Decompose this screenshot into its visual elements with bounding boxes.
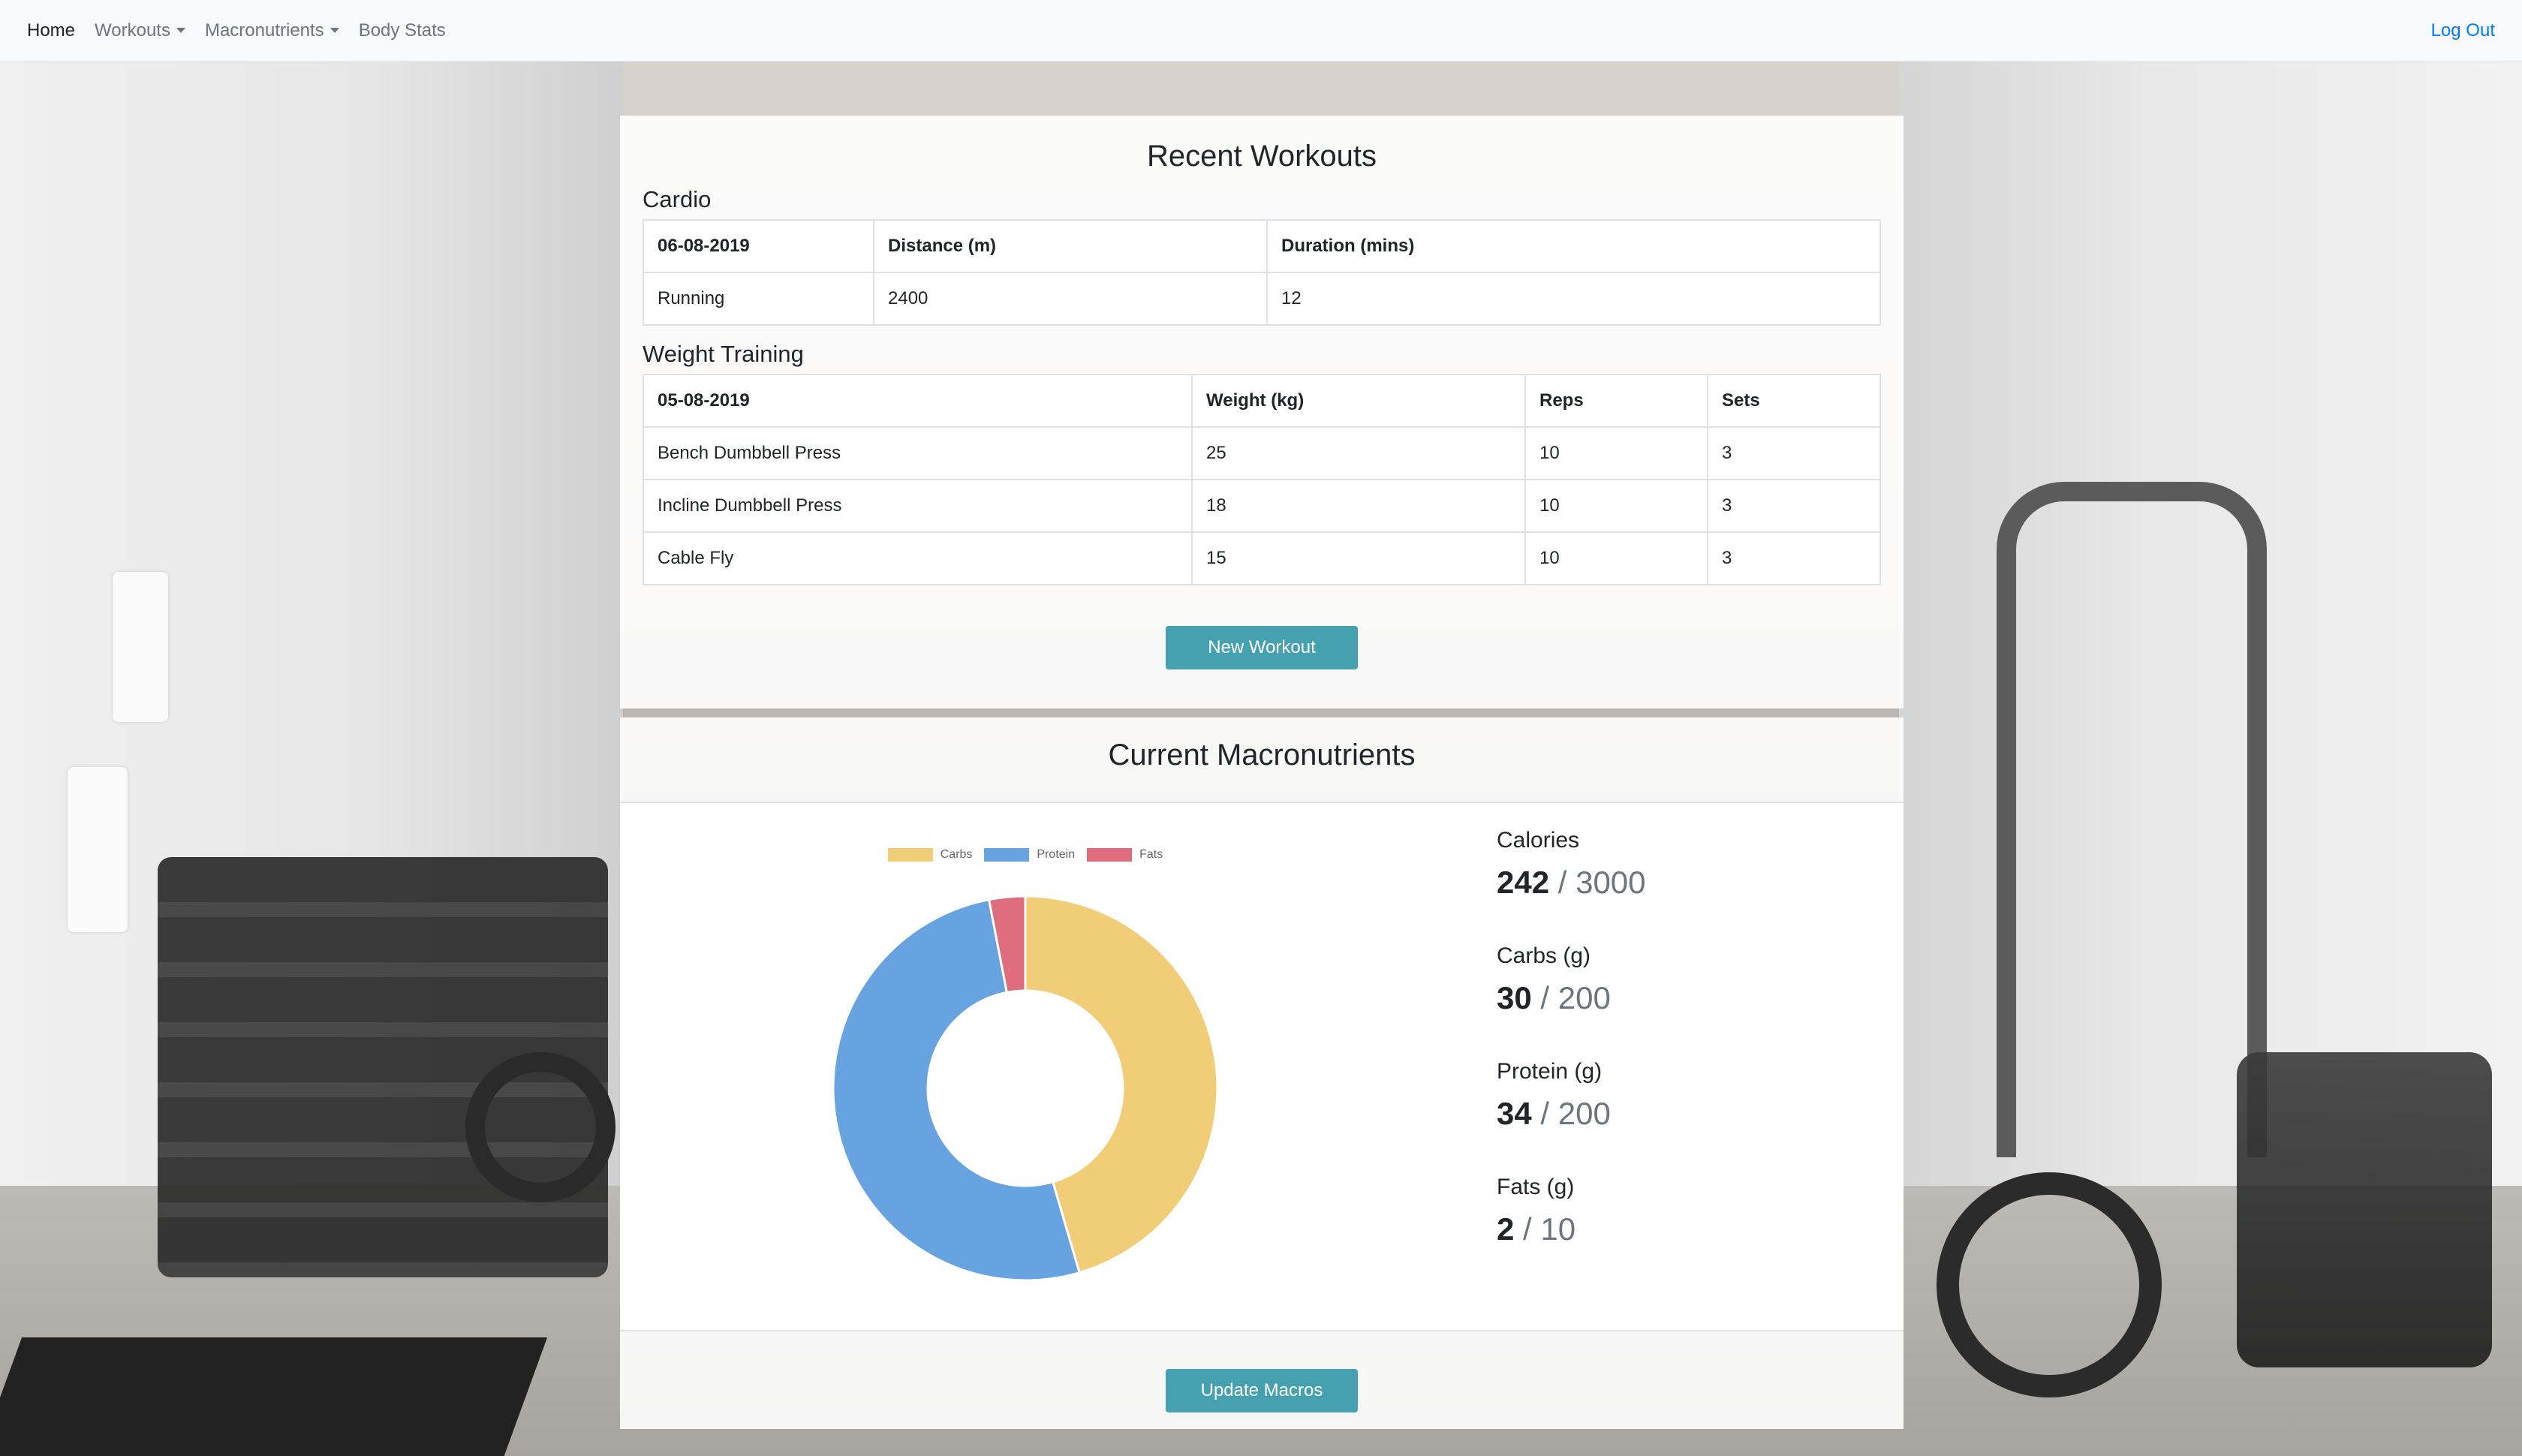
stat-value: 34 / 200 (1497, 1093, 1646, 1135)
stat-value: 242 / 3000 (1497, 862, 1646, 904)
background-floor-mat (0, 1337, 548, 1456)
stat-label: Fats (g) (1497, 1175, 1575, 1199)
reps-header: Reps (1524, 374, 1708, 428)
table-cell: 12 (1266, 272, 1881, 326)
stat-separator: / (1540, 980, 1550, 1015)
table-cell: 25 (1191, 426, 1526, 480)
table-row: Incline Dumbbell Press 18 10 3 (643, 479, 1881, 533)
chart-legend: Carbs Protein Fats (815, 848, 1235, 862)
stat-separator: / (1540, 1096, 1550, 1131)
legend-label-protein: Protein (1037, 848, 1076, 861)
nav-home[interactable]: Home (27, 20, 75, 41)
cardio-title: Cardio (643, 186, 712, 212)
legend-swatch-carbs (887, 848, 933, 862)
table-cell: 10 (1524, 426, 1708, 480)
stat-current: 2 (1497, 1211, 1515, 1247)
nav-macronutrients-dropdown[interactable]: Macronutrients (205, 20, 339, 41)
background-exercise-bike (2237, 1052, 2492, 1367)
table-cell: Running (643, 272, 874, 326)
table-cell: Bench Dumbbell Press (643, 426, 1193, 480)
new-workout-button[interactable]: New Workout (1166, 626, 1358, 669)
stat-label: Carbs (g) (1497, 943, 1591, 968)
legend-swatch-fats (1087, 848, 1133, 862)
table-row: Cable Fly 15 10 3 (643, 531, 1881, 585)
table-cell: Cable Fly (643, 531, 1193, 585)
table-cell: 3 (1707, 479, 1881, 533)
table-row: Bench Dumbbell Press 25 10 3 (643, 426, 1881, 480)
doughnut-chart (832, 895, 1219, 1282)
stat-target: 200 (1557, 1096, 1611, 1131)
current-macros-title: Current Macronutrients (1108, 739, 1416, 772)
macros-body: Carbs Protein Fats Calories 242 / 3000 C… (620, 802, 1904, 1331)
nav-macronutrients-label: Macronutrients (204, 20, 324, 41)
background-dispenser (68, 767, 128, 932)
background-cable-machine (1997, 482, 2267, 1157)
table-cell: 18 (1191, 479, 1526, 533)
stat-current: 34 (1497, 1096, 1532, 1131)
legend-item-carbs[interactable]: Carbs (887, 848, 973, 862)
sets-header: Sets (1707, 374, 1881, 428)
weight-date-header: 05-08-2019 (643, 374, 1193, 428)
cardio-table: 06-08-2019 Distance (m) Duration (mins) … (643, 219, 1881, 326)
stat-target: 3000 (1575, 865, 1646, 900)
recent-workouts-panel: Recent Workouts Cardio 06-08-2019 Distan… (620, 116, 1904, 708)
stat-current: 30 (1497, 980, 1532, 1015)
table-cell: 15 (1191, 531, 1526, 585)
table-cell: 10 (1524, 531, 1708, 585)
cardio-date-header: 06-08-2019 (643, 219, 874, 273)
macros-footer: Update Macros (620, 1331, 1904, 1429)
nav-workouts-dropdown[interactable]: Workouts (95, 20, 185, 41)
logout-link[interactable]: Log Out (2431, 20, 2495, 41)
stat-label: Calories (1497, 828, 1580, 853)
stat-separator: / (1523, 1211, 1532, 1247)
top-navbar: Home Workouts Macronutrients Body Stats … (0, 0, 2522, 62)
nav-workouts-label: Workouts (95, 20, 170, 41)
stat-value: 30 / 200 (1497, 977, 1646, 1019)
stat-value: 2 / 10 (1497, 1208, 1646, 1250)
table-cell: 3 (1707, 531, 1881, 585)
macros-header: Current Macronutrients (620, 717, 1904, 802)
macros-chart: Carbs Protein Fats (815, 848, 1235, 1298)
stat-carbs: Carbs (g) 30 / 200 (1497, 941, 1646, 1019)
stat-current: 242 (1497, 865, 1550, 900)
legend-label-carbs: Carbs (940, 848, 973, 861)
background-bike-wheel (1937, 1172, 2162, 1397)
legend-label-fats: Fats (1139, 848, 1163, 861)
background-dispenser (113, 572, 168, 722)
caret-down-icon (176, 28, 185, 33)
recent-workouts-title: Recent Workouts (1146, 140, 1377, 173)
cardio-duration-header: Duration (mins) (1266, 219, 1881, 273)
caret-down-icon (330, 28, 339, 33)
cardio-distance-header: Distance (m) (873, 219, 1268, 273)
stat-label: Protein (g) (1497, 1059, 1603, 1084)
table-header-row: 06-08-2019 Distance (m) Duration (mins) (643, 219, 1881, 273)
macro-stats: Calories 242 / 3000 Carbs (g) 30 / 200 P… (1497, 826, 1646, 1288)
table-cell: Incline Dumbbell Press (643, 479, 1193, 533)
table-cell: 3 (1707, 426, 1881, 480)
nav-body-stats[interactable]: Body Stats (359, 20, 446, 41)
stat-fats: Fats (g) 2 / 10 (1497, 1172, 1646, 1250)
legend-item-protein[interactable]: Protein (984, 848, 1075, 862)
weight-training-table: 05-08-2019 Weight (kg) Reps Sets Bench D… (643, 374, 1881, 585)
stat-calories: Calories 242 / 3000 (1497, 826, 1646, 904)
table-header-row: 05-08-2019 Weight (kg) Reps Sets (643, 374, 1881, 428)
new-workout-row: New Workout (643, 626, 1881, 669)
weight-training-title: Weight Training (643, 341, 804, 367)
background-bike-wheel (465, 1052, 615, 1202)
stat-protein: Protein (g) 34 / 200 (1497, 1057, 1646, 1135)
legend-swatch-protein (984, 848, 1030, 862)
update-macros-button[interactable]: Update Macros (1166, 1369, 1358, 1412)
stat-target: 10 (1540, 1211, 1576, 1247)
stat-separator: / (1557, 865, 1567, 900)
legend-item-fats[interactable]: Fats (1087, 848, 1163, 862)
weight-kg-header: Weight (kg) (1191, 374, 1526, 428)
table-cell: 2400 (873, 272, 1268, 326)
table-cell: 10 (1524, 479, 1708, 533)
table-row: Running 2400 12 (643, 272, 1881, 326)
stat-target: 200 (1557, 980, 1611, 1015)
